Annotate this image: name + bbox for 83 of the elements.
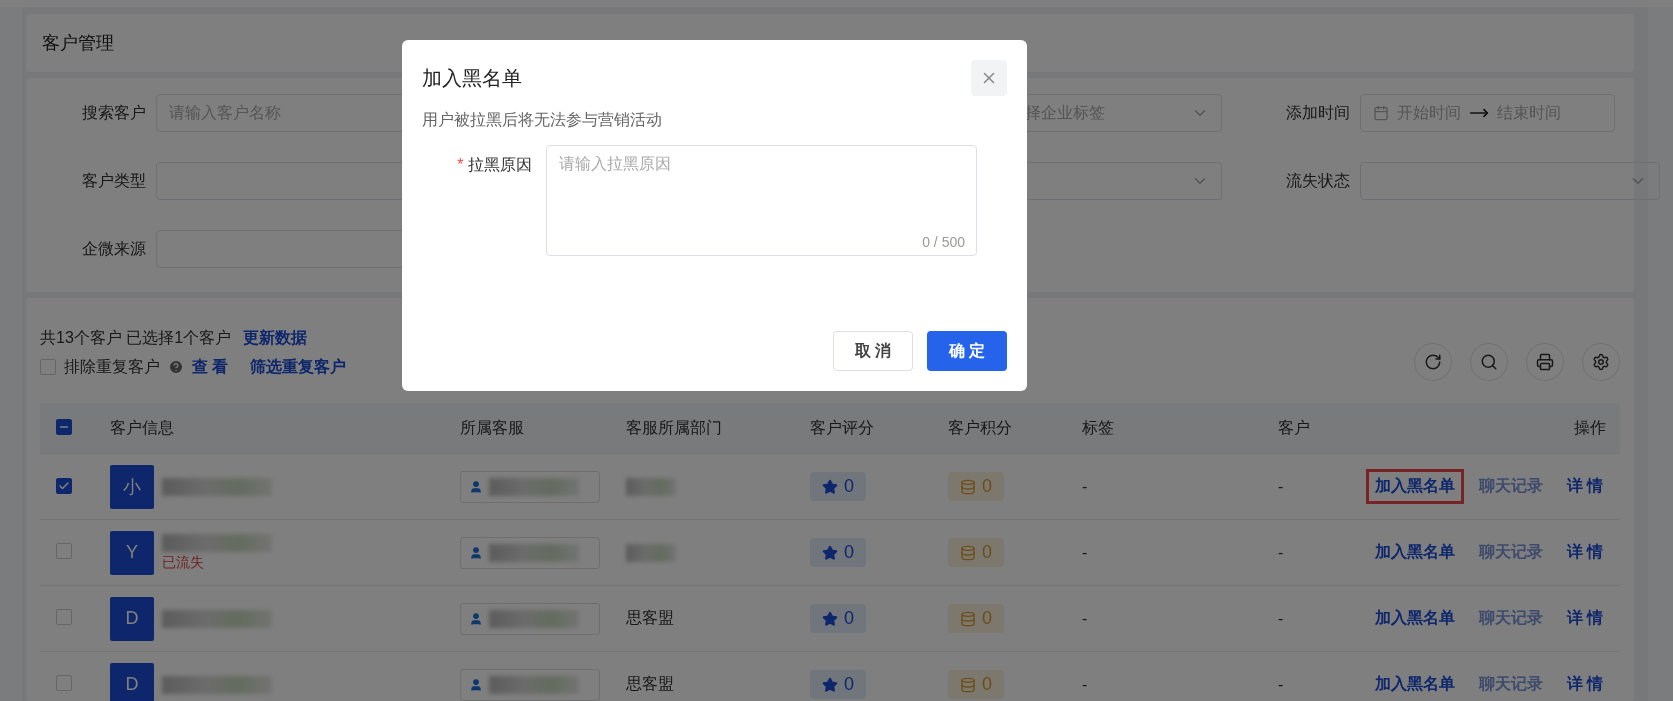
- table-cell-text: -: [1082, 543, 1089, 562]
- coins-icon: [960, 544, 976, 561]
- checkmark-icon: [58, 479, 70, 492]
- person-icon: [469, 611, 483, 626]
- star-icon: [822, 544, 838, 561]
- help-icon[interactable]: [168, 359, 184, 375]
- select-field[interactable]: [1360, 162, 1660, 200]
- action-link[interactable]: 加入黑名单: [1365, 469, 1464, 504]
- filter-label: 流失状态: [1285, 170, 1350, 191]
- person-icon: [469, 479, 483, 494]
- filter-label: 搜索客户: [81, 102, 146, 123]
- column-header: 操作: [1573, 417, 1607, 438]
- calendar-icon: [1373, 105, 1389, 121]
- exclude-duplicates-label: 排除重复客户: [64, 356, 160, 377]
- search-button[interactable]: [1470, 343, 1508, 381]
- rating-badge: 0: [810, 670, 866, 699]
- avatar: D: [110, 596, 154, 641]
- print-button[interactable]: [1526, 343, 1564, 381]
- field-label: * 拉黑原因: [456, 155, 532, 175]
- checkbox[interactable]: [56, 419, 72, 435]
- action-link[interactable]: 详 情: [1557, 667, 1612, 701]
- avatar: D: [110, 662, 154, 701]
- points-badge: 0: [948, 472, 1004, 501]
- refresh-icon: [1424, 353, 1442, 371]
- rating-badge: 0: [810, 604, 866, 633]
- filter-label: 添加时间: [1285, 102, 1350, 123]
- column-header: 客户: [1278, 417, 1311, 438]
- person-icon: [469, 545, 483, 560]
- filter-label: 客户类型: [81, 170, 146, 191]
- confirm-button[interactable]: 确 定: [927, 331, 1007, 371]
- star-icon: [822, 610, 838, 627]
- star-icon: [822, 676, 838, 693]
- avatar: 小: [110, 464, 154, 509]
- column-header: 客户信息: [110, 417, 175, 438]
- table-cell-text: -: [1082, 477, 1089, 496]
- action-link[interactable]: 加入黑名单: [1365, 667, 1464, 701]
- column-header: 客户积分: [948, 417, 1013, 438]
- filter-duplicates-link[interactable]: 筛选重复客户: [250, 356, 347, 378]
- person-icon: [469, 677, 483, 692]
- column-header: 所属客服: [460, 417, 525, 438]
- gear-icon: [1592, 353, 1610, 371]
- action-link[interactable]: 详 情: [1557, 601, 1612, 636]
- action-link[interactable]: 加入黑名单: [1365, 601, 1464, 636]
- coins-icon: [960, 610, 976, 627]
- status-tag: 已流失: [162, 553, 272, 572]
- column-header: 标签: [1082, 417, 1115, 438]
- coins-icon: [960, 478, 976, 495]
- action-link[interactable]: 详 情: [1557, 535, 1612, 570]
- refresh-data-link[interactable]: 更新数据: [243, 328, 308, 349]
- star-icon: [822, 478, 838, 495]
- points-badge: 0: [948, 604, 1004, 633]
- character-counter: 0 / 500: [922, 234, 965, 250]
- points-badge: 0: [948, 538, 1004, 567]
- view-link[interactable]: 查 看: [192, 356, 229, 378]
- blurred-text-placeholder: [626, 543, 676, 562]
- filter-label: 企微来源: [81, 238, 146, 259]
- refresh-button[interactable]: [1414, 343, 1452, 381]
- settings-button[interactable]: [1582, 343, 1620, 381]
- action-link[interactable]: 加入黑名单: [1365, 535, 1464, 570]
- table-cell-text: -: [1082, 675, 1089, 694]
- column-header: 客服所属部门: [626, 417, 723, 438]
- table-cell-text: -: [1278, 609, 1285, 628]
- table-cell-text: -: [1278, 543, 1285, 562]
- checkbox[interactable]: [56, 477, 72, 494]
- dialog-title: 加入黑名单: [422, 65, 522, 91]
- table-cell: 思客盟: [626, 675, 674, 692]
- rating-badge: 0: [810, 538, 866, 567]
- table-cell-text: -: [1082, 609, 1089, 628]
- table-cell: 思客盟: [626, 609, 674, 626]
- column-header: 客户评分: [810, 417, 875, 438]
- avatar: Y: [110, 530, 154, 575]
- coins-icon: [960, 676, 976, 693]
- customer-count: 共13个客户 已选择1个客户: [40, 328, 232, 348]
- table-cell-text: -: [1278, 477, 1285, 496]
- printer-icon: [1536, 353, 1554, 371]
- points-badge: 0: [948, 670, 1004, 699]
- cancel-button[interactable]: 取 消: [833, 331, 913, 371]
- blurred-text-placeholder: [626, 477, 676, 496]
- table-cell-text: -: [1278, 675, 1285, 694]
- search-icon: [1480, 353, 1498, 371]
- rating-badge: 0: [810, 472, 866, 501]
- action-link[interactable]: 详 情: [1557, 469, 1612, 504]
- page-title: 客户管理: [42, 32, 114, 55]
